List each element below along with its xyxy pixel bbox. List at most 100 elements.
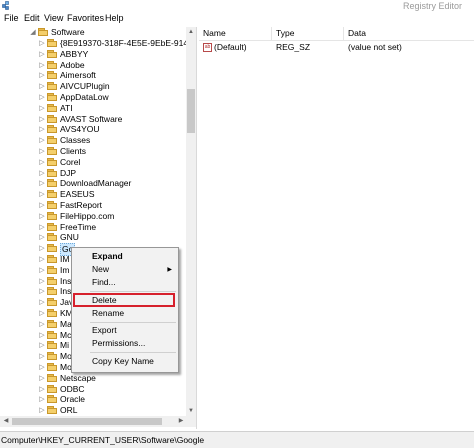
expand-icon[interactable]: ▷ [38,374,46,382]
expand-icon[interactable]: ▷ [38,39,46,47]
tree-item[interactable]: ▷ {8E919370-318F-4E5E-9EbE-9147B1DB6 [0,38,196,49]
scroll-thumb[interactable] [187,89,195,133]
h-scroll-thumb[interactable] [12,418,162,425]
menu-favorites[interactable]: Favorites [67,13,104,23]
tree-item[interactable]: ▷ ABBYY [0,49,190,60]
expand-icon[interactable]: ▷ [38,352,46,360]
menu-item-find[interactable]: Find... [92,277,116,288]
column-header-data[interactable]: Data [344,27,474,40]
tree-item-label: DJP [60,167,77,178]
menu-item-expand[interactable]: Expand [92,251,123,262]
folder-icon [47,179,57,188]
column-header-type[interactable]: Type [272,27,344,40]
expand-icon[interactable]: ▷ [38,190,46,198]
folder-icon [47,341,57,350]
expand-icon[interactable]: ▷ [38,331,46,339]
menu-item-permissions[interactable]: Permissions... [92,338,145,349]
collapse-icon[interactable]: ◢ [29,28,37,36]
expand-icon[interactable]: ▷ [38,395,46,403]
tree-item[interactable]: ▷ Netscape [0,373,190,384]
tree-item-software[interactable]: ◢ Software [0,27,190,38]
folder-icon [47,255,57,263]
tree-item[interactable]: ▷ GNU [0,232,190,243]
status-bar: Computer\HKEY_CURRENT_USER\Software\Goog… [0,431,474,448]
column-header-name[interactable]: Name [199,27,272,40]
tree-item[interactable]: ▷ ORL [0,405,190,416]
tree-item[interactable]: ▷ ATI [0,103,190,114]
tree-item[interactable]: ▷ AVS4YOU [0,124,190,135]
expand-icon[interactable]: ▷ [38,223,46,231]
menu-help[interactable]: Help [105,13,124,23]
expand-icon[interactable]: ▷ [38,201,46,209]
expand-icon[interactable]: ▷ [38,115,46,123]
tree-item[interactable]: ▷ ODBC [0,384,190,395]
scroll-left-icon[interactable]: ◀ [1,416,11,426]
value-data: (value not set) [348,42,402,52]
tree-item[interactable]: ▷ DJP [0,168,190,179]
tree-item[interactable]: ▷ AIVCUPlugin [0,81,190,92]
tree-item[interactable]: ▷ Corel [0,157,190,168]
folder-icon [47,157,57,166]
expand-icon[interactable]: ▷ [38,309,46,317]
menu-separator [90,291,176,292]
expand-icon[interactable]: ▷ [38,50,46,58]
expand-icon[interactable]: ▷ [38,298,46,306]
expand-icon[interactable]: ▷ [38,136,46,144]
tree-vertical-scrollbar[interactable]: ▲ ▼ [186,27,196,416]
expand-icon[interactable]: ▷ [38,71,46,79]
menu-item-delete[interactable]: Delete [92,295,117,306]
expand-icon[interactable]: ▷ [38,212,46,220]
tree-item[interactable]: ▷ AppDataLow [0,92,190,103]
expand-icon[interactable]: ▷ [38,385,46,393]
tree-item-label: IM [60,254,70,264]
menu-view[interactable]: View [44,13,63,23]
expand-icon[interactable]: ▷ [38,179,46,187]
expand-icon[interactable]: ▷ [38,277,46,285]
tree-item[interactable]: ▷ Classes [0,135,190,146]
menu-file[interactable]: File [4,13,19,23]
expand-icon[interactable]: ▷ [38,341,46,349]
expand-icon[interactable]: ▷ [38,61,46,69]
scroll-down-icon[interactable]: ▼ [186,406,196,416]
tree-item[interactable]: ▷ Clients [0,146,190,157]
tree-item[interactable]: ▷ FreeTime [0,222,190,233]
menu-edit[interactable]: Edit [24,13,40,23]
expand-icon[interactable]: ▷ [38,255,46,263]
expand-icon[interactable]: ▷ [38,125,46,133]
menu-item-new[interactable]: New [92,264,109,275]
scroll-right-icon[interactable]: ▶ [176,416,186,426]
tree-item[interactable]: ▷ Oracle [0,394,190,405]
tree-item[interactable]: ▷ Adobe [0,60,190,71]
menu-item-rename[interactable]: Rename [92,308,124,319]
values-pane[interactable]: Name Type Data ab (Default) REG_SZ (valu… [199,27,474,429]
menu-item-copy-key-name[interactable]: Copy Key Name [92,356,154,367]
menu-item-export[interactable]: Export [92,325,117,336]
title-bar: Registry Editor [0,0,474,12]
expand-icon[interactable]: ▷ [38,147,46,155]
expand-icon[interactable]: ▷ [38,244,46,252]
tree-item[interactable]: ▷ EASEUS [0,189,190,200]
expand-icon[interactable]: ▷ [38,104,46,112]
tree-item[interactable]: ▷ AVAST Software [0,114,190,125]
expand-icon[interactable]: ▷ [38,287,46,295]
tree-item[interactable]: ▷ FileHippo.com [0,211,190,222]
value-name[interactable]: (Default) [214,42,247,53]
folder-icon [47,82,57,91]
folder-icon [47,201,57,209]
expand-icon[interactable]: ▷ [38,406,46,414]
tree-item[interactable]: ▷ DownloadManager [0,178,190,189]
expand-icon[interactable]: ▷ [38,82,46,90]
expand-icon[interactable]: ▷ [38,266,46,274]
expand-icon[interactable]: ▷ [38,233,46,241]
folder-icon [47,352,57,361]
expand-icon[interactable]: ▷ [38,320,46,328]
tree-item[interactable]: ▷ FastReport [0,200,190,211]
registry-editor-icon [2,1,9,10]
expand-icon[interactable]: ▷ [38,363,46,371]
tree-horizontal-scrollbar[interactable]: ◀ ▶ [0,416,196,427]
expand-icon[interactable]: ▷ [38,158,46,166]
scroll-up-icon[interactable]: ▲ [186,27,196,37]
tree-item[interactable]: ▷ Aimersoft [0,70,190,81]
expand-icon[interactable]: ▷ [38,169,46,177]
expand-icon[interactable]: ▷ [38,93,46,101]
